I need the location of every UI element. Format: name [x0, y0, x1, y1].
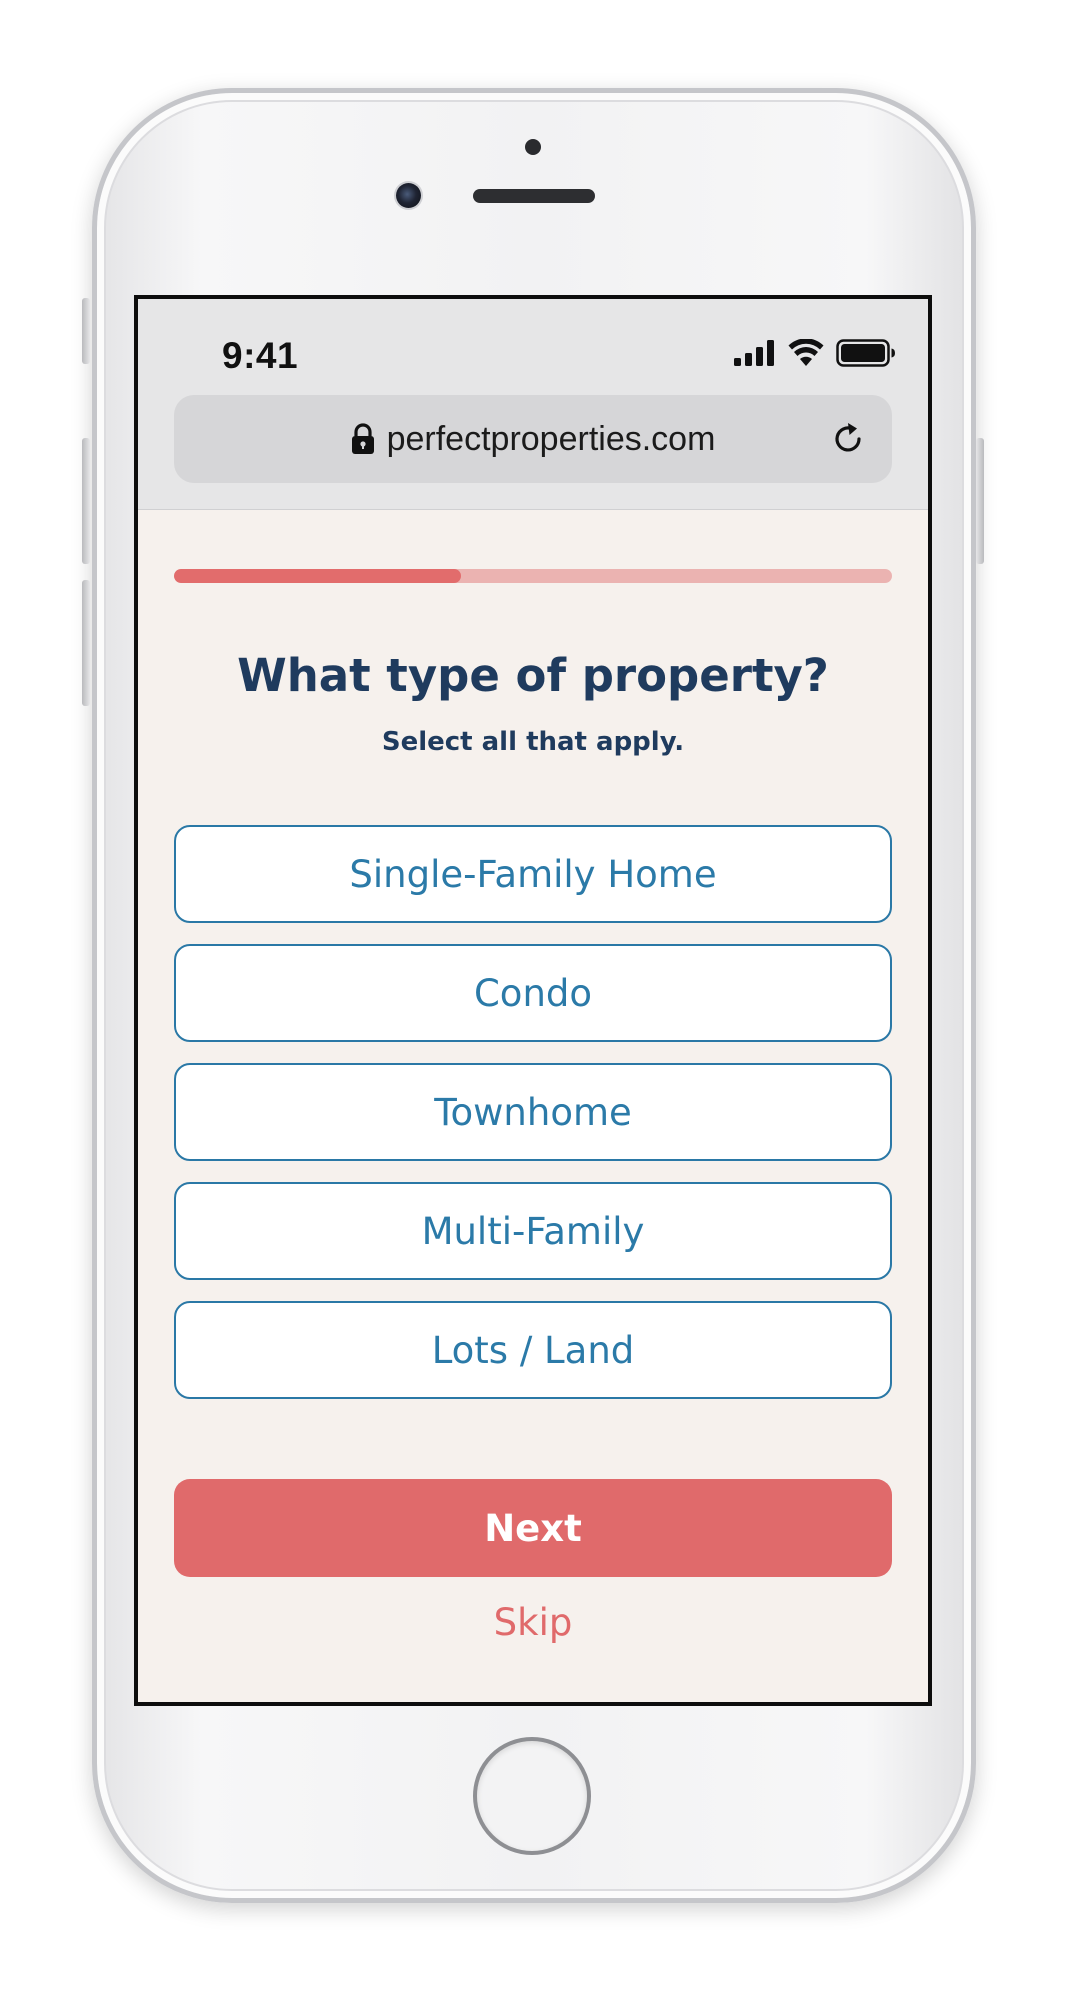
earpiece-speaker — [473, 189, 595, 203]
reload-icon[interactable] — [830, 421, 866, 457]
power-button — [976, 438, 984, 564]
proximity-sensor — [525, 139, 541, 155]
option-townhome[interactable]: Townhome — [174, 1063, 892, 1161]
status-icons — [734, 339, 896, 367]
cellular-signal-icon — [734, 340, 774, 366]
front-camera — [396, 183, 421, 208]
progress-bar-fill — [174, 569, 462, 583]
volume-down-button — [82, 580, 90, 706]
phone-screen: 9:41 perfectproperties.com What type of … — [134, 295, 932, 1706]
battery-icon — [836, 339, 895, 367]
mute-switch — [82, 298, 90, 364]
option-condo[interactable]: Condo — [174, 944, 892, 1042]
status-time: 9:41 — [222, 335, 299, 376]
page-content: What type of property? Select all that a… — [138, 509, 928, 1702]
option-multi-family[interactable]: Multi-Family — [174, 1182, 892, 1280]
address-bar-content: perfectproperties.com — [174, 395, 892, 483]
wifi-icon — [788, 339, 824, 366]
option-lots-land[interactable]: Lots / Land — [174, 1301, 892, 1399]
question-title: What type of property? — [237, 649, 829, 702]
option-single-family-home[interactable]: Single-Family Home — [174, 825, 892, 923]
address-bar[interactable]: perfectproperties.com — [174, 395, 892, 483]
home-button[interactable] — [473, 1737, 591, 1855]
progress-bar — [174, 569, 892, 583]
property-type-options: Single-Family Home Condo Townhome Multi-… — [174, 825, 892, 1420]
lock-icon — [351, 423, 374, 454]
browser-chrome: 9:41 perfectproperties.com — [138, 299, 928, 510]
volume-up-button — [82, 438, 90, 564]
next-button[interactable]: Next — [174, 1479, 892, 1577]
question-subtitle: Select all that apply. — [381, 727, 685, 757]
skip-link[interactable]: Skip — [138, 1601, 928, 1644]
url-text: perfectproperties.com — [386, 419, 716, 458]
